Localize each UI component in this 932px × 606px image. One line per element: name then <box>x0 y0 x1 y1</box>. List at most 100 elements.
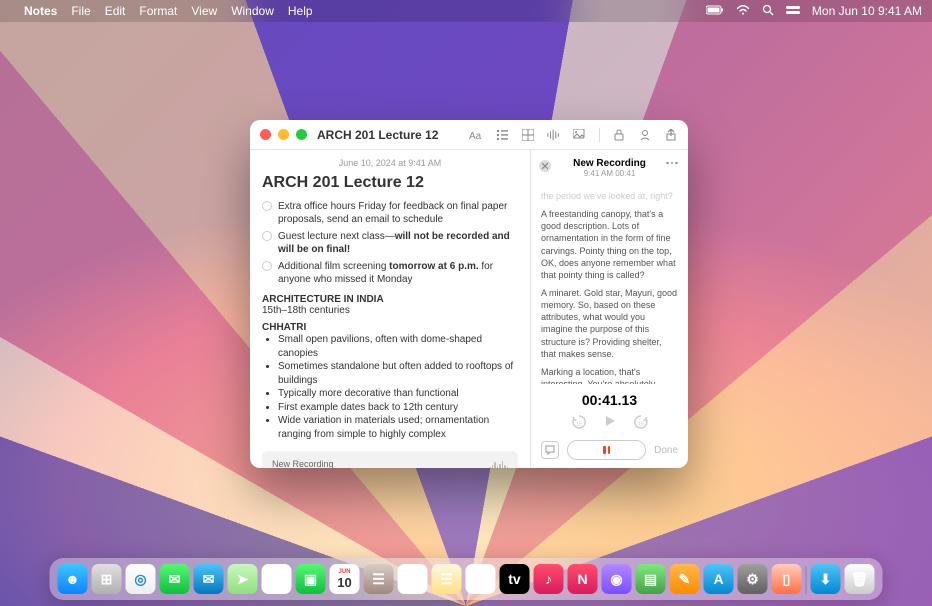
svg-text:15: 15 <box>576 422 582 428</box>
menu-view[interactable]: View <box>191 4 217 18</box>
section-heading: CHHATRI <box>262 322 518 333</box>
checkbox-icon[interactable] <box>262 261 272 271</box>
transcript-toggle-button[interactable] <box>541 441 559 459</box>
window-title: ARCH 201 Lecture 12 <box>317 128 438 142</box>
transcript-panel: New Recording 9:41 AM 00:41 the period w… <box>530 150 688 468</box>
transcript-title: New Recording <box>541 158 678 169</box>
transcript-text[interactable]: the period we've looked at, right? A fre… <box>531 184 688 384</box>
menubar-app-name[interactable]: Notes <box>24 4 57 18</box>
section-subheading: 15th–18th centuries <box>262 305 518 316</box>
dock-launchpad[interactable]: ⊞ <box>92 564 122 594</box>
checkbox-icon[interactable] <box>262 201 272 211</box>
checklist-text: Guest lecture next class—will not be rec… <box>278 230 518 256</box>
note-editor[interactable]: June 10, 2024 at 9:41 AM ARCH 201 Lectur… <box>250 150 530 468</box>
spotlight-icon[interactable] <box>762 4 774 19</box>
menubar: Notes File Edit Format View Window Help … <box>0 0 932 22</box>
dock-mail[interactable]: ✉ <box>194 564 224 594</box>
bullet-item: First example dates back to 12th century <box>278 401 518 415</box>
recording-widget-title: New Recording <box>272 459 334 468</box>
dock-finder[interactable]: ☻ <box>58 564 88 594</box>
svg-text:Aa: Aa <box>469 131 482 141</box>
svg-text:15: 15 <box>638 422 644 428</box>
note-title: ARCH 201 Lecture 12 <box>262 174 518 192</box>
transcript-line: Marking a location, that's interesting. … <box>541 366 678 384</box>
window-titlebar[interactable]: ARCH 201 Lecture 12 Aa <box>250 120 688 150</box>
transcript-line: the period we've looked at, right? <box>541 190 678 202</box>
dock-pages[interactable]: ✎ <box>670 564 700 594</box>
close-button[interactable] <box>260 129 271 140</box>
dock-facetime[interactable]: ▣ <box>296 564 326 594</box>
play-button[interactable] <box>604 414 616 432</box>
dock: ☻⊞◎✉✉➤✿▣JUN10☰☰☰〰tv♪N◉▤✎A⚙▯⬇🗑 <box>50 558 883 600</box>
zoom-button[interactable] <box>296 129 307 140</box>
table-button[interactable] <box>521 128 535 142</box>
bullet-list: Small open pavilions, often with dome-sh… <box>278 333 518 441</box>
recording-timer: 00:41.13 <box>541 392 678 408</box>
checklist-item[interactable]: Guest lecture next class—will not be rec… <box>262 230 518 256</box>
checklist-item[interactable]: Additional film screening tomorrow at 6 … <box>262 260 518 286</box>
close-panel-button[interactable] <box>539 160 551 172</box>
checklist-button[interactable] <box>495 128 509 142</box>
bullet-item: Typically more decorative than functiona… <box>278 387 518 401</box>
notes-window: ARCH 201 Lecture 12 Aa June 10, 2024 at … <box>250 120 688 468</box>
checklist-text: Additional film screening tomorrow at 6 … <box>278 260 518 286</box>
more-options-button[interactable] <box>666 160 680 166</box>
audio-button[interactable] <box>547 128 561 142</box>
pause-icon <box>603 446 610 454</box>
battery-icon[interactable] <box>706 4 724 18</box>
dock-reminders[interactable]: ☰ <box>398 564 428 594</box>
dock-numbers[interactable]: ▤ <box>636 564 666 594</box>
menu-help[interactable]: Help <box>288 4 313 18</box>
pause-recording-button[interactable] <box>567 440 646 460</box>
transcript-subtitle: 9:41 AM 00:41 <box>541 169 678 178</box>
dock-maps[interactable]: ➤ <box>228 564 258 594</box>
bullet-item: Wide variation in materials used; orname… <box>278 414 518 441</box>
dock-settings[interactable]: ⚙ <box>738 564 768 594</box>
checklist-text: Extra office hours Friday for feedback o… <box>278 200 518 226</box>
dock-music[interactable]: ♪ <box>534 564 564 594</box>
menu-edit[interactable]: Edit <box>105 4 126 18</box>
share-button[interactable] <box>664 128 678 142</box>
recording-attachment[interactable]: New Recording 00:41 <box>262 451 518 468</box>
waveform-icon <box>489 461 508 469</box>
dock-notes[interactable]: ☰ <box>432 564 462 594</box>
section-heading: ARCHITECTURE IN INDIA <box>262 294 518 305</box>
minimize-button[interactable] <box>278 129 289 140</box>
wifi-icon[interactable] <box>736 4 750 18</box>
done-button[interactable]: Done <box>654 445 678 456</box>
bullet-item: Sometimes standalone but often added to … <box>278 360 518 387</box>
checklist-item[interactable]: Extra office hours Friday for feedback o… <box>262 200 518 226</box>
lock-button[interactable] <box>612 128 626 142</box>
menu-file[interactable]: File <box>71 4 90 18</box>
format-button[interactable]: Aa <box>469 128 483 142</box>
dock-photos[interactable]: ✿ <box>262 564 292 594</box>
dock-news[interactable]: N <box>568 564 598 594</box>
checklist: Extra office hours Friday for feedback o… <box>262 200 518 286</box>
dock-podcasts[interactable]: ◉ <box>602 564 632 594</box>
dock-freeform[interactable]: 〰 <box>466 564 496 594</box>
dock-mirror[interactable]: ▯ <box>772 564 802 594</box>
skip-back-button[interactable]: 15 <box>570 414 588 432</box>
menubar-clock[interactable]: Mon Jun 10 9:41 AM <box>812 4 922 18</box>
collaborate-button[interactable] <box>638 128 652 142</box>
menu-window[interactable]: Window <box>231 4 274 18</box>
dock-calendar[interactable]: JUN10 <box>330 564 360 594</box>
skip-forward-button[interactable]: 15 <box>632 414 650 432</box>
transcript-line: A minaret. Gold star, Mayuri, good memor… <box>541 287 678 360</box>
dock-divider <box>806 566 807 594</box>
dock-downloads[interactable]: ⬇ <box>811 564 841 594</box>
dock-appstore[interactable]: A <box>704 564 734 594</box>
dock-tv[interactable]: tv <box>500 564 530 594</box>
checkbox-icon[interactable] <box>262 231 272 241</box>
dock-contacts[interactable]: ☰ <box>364 564 394 594</box>
bullet-item: Small open pavilions, often with dome-sh… <box>278 333 518 360</box>
dock-safari[interactable]: ◎ <box>126 564 156 594</box>
transcript-line: A freestanding canopy, that's a good des… <box>541 208 678 281</box>
dock-messages[interactable]: ✉ <box>160 564 190 594</box>
menu-format[interactable]: Format <box>139 4 177 18</box>
dock-trash[interactable]: 🗑 <box>845 564 875 594</box>
control-center-icon[interactable] <box>786 4 800 18</box>
note-date: June 10, 2024 at 9:41 AM <box>262 158 518 168</box>
toolbar-divider <box>599 128 600 142</box>
media-button[interactable] <box>573 128 587 142</box>
